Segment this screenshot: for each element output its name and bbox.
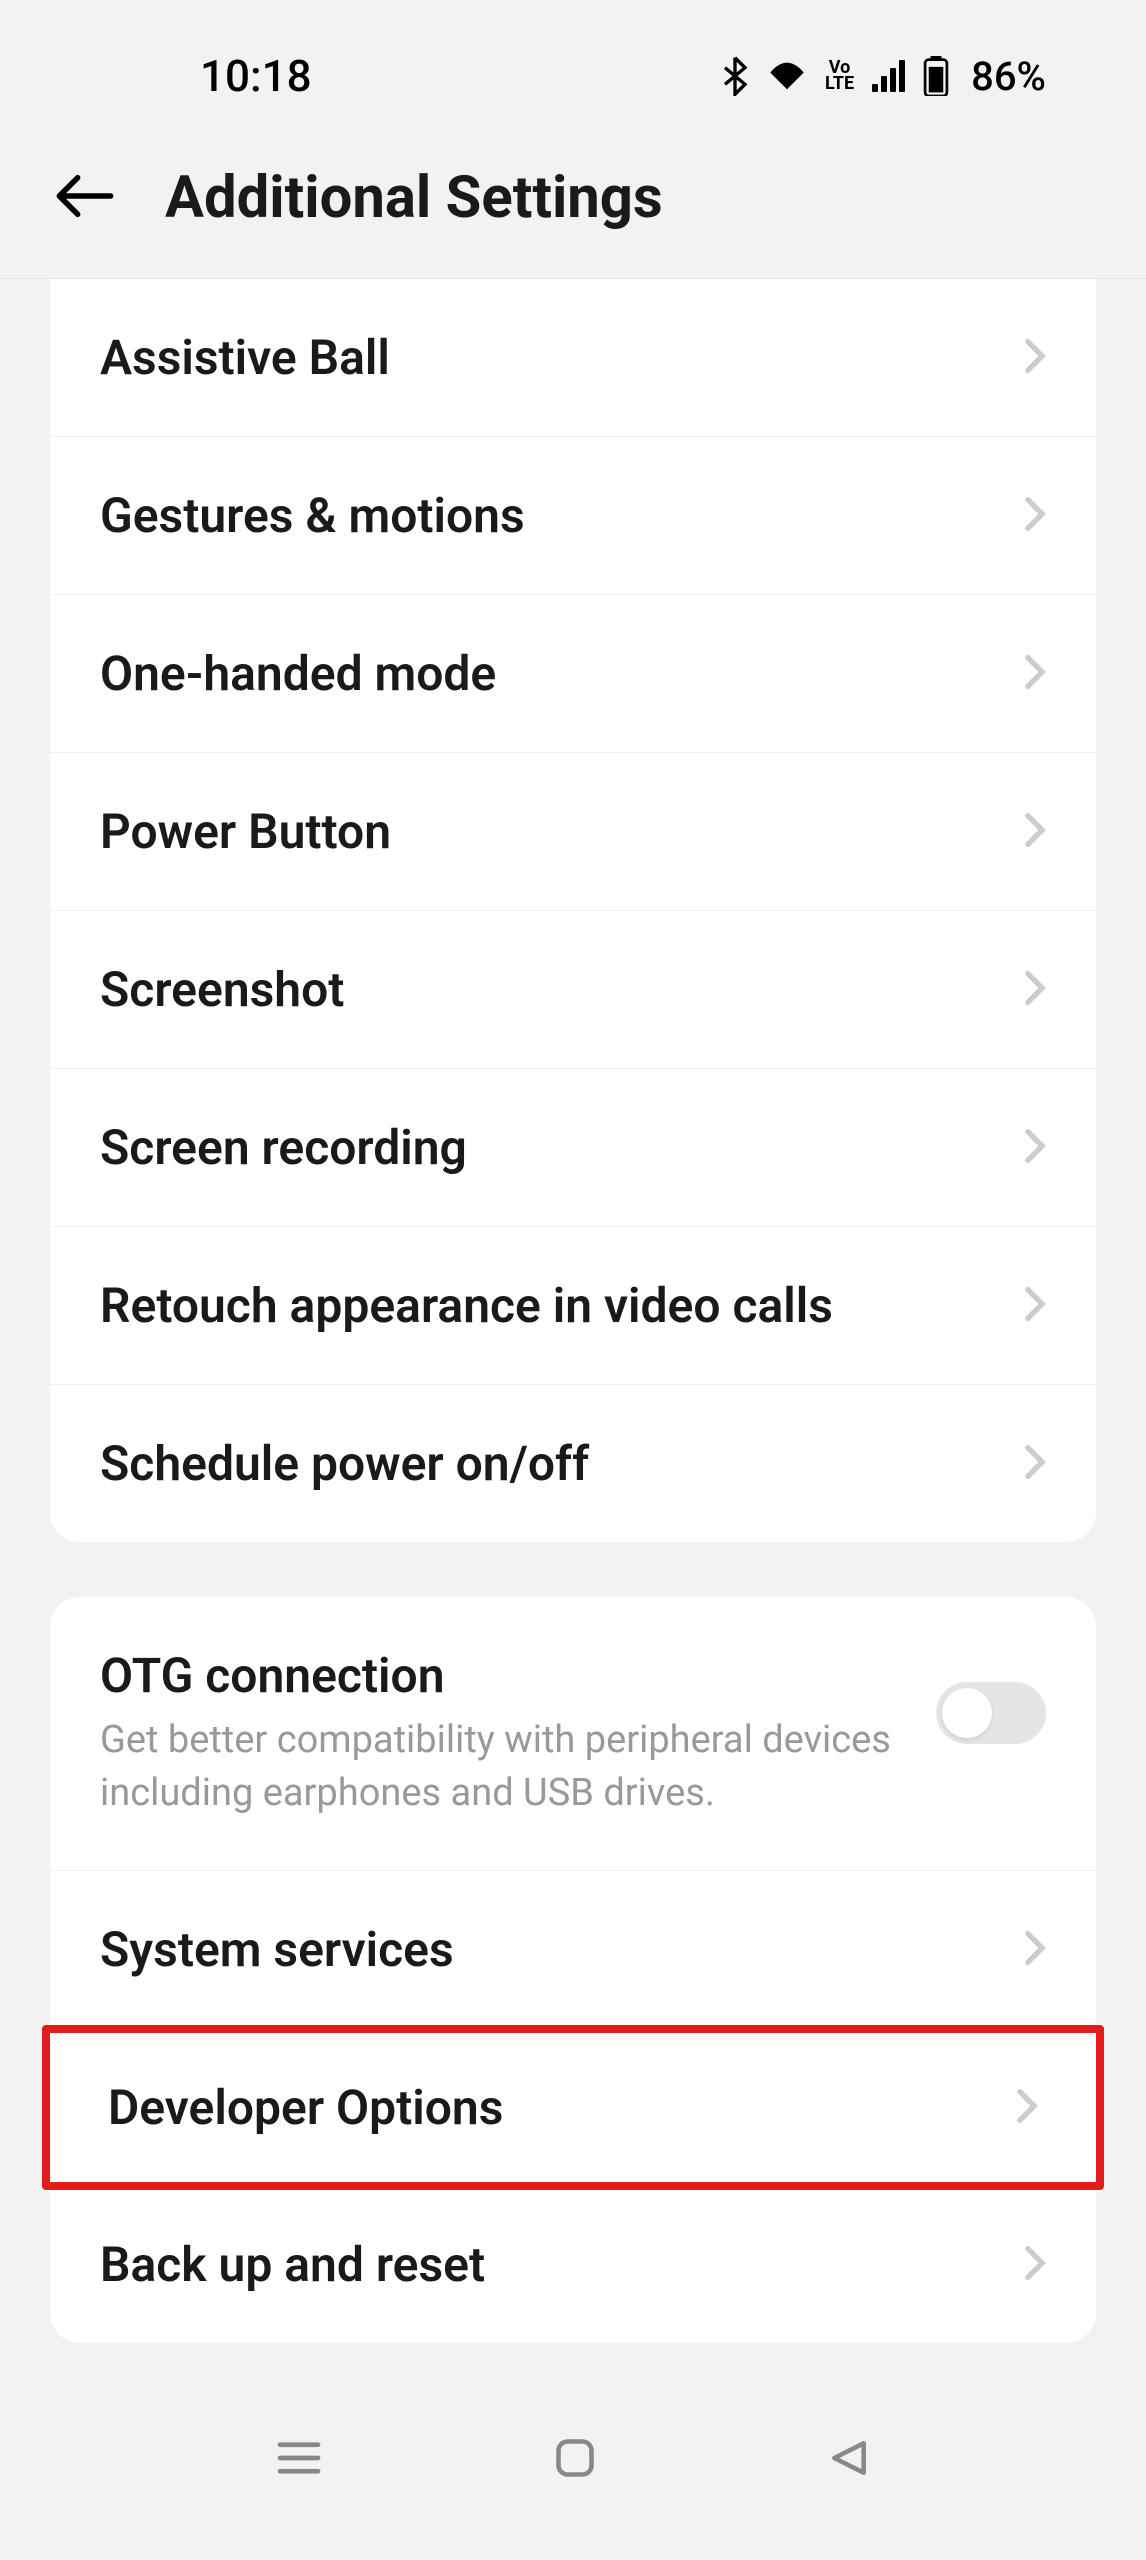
list-item-system-services[interactable]: System services: [50, 1871, 1096, 2029]
list-item-label: Retouch appearance in video calls: [100, 1277, 833, 1334]
list-item-label: Back up and reset: [100, 2236, 485, 2293]
chevron-right-icon: [1024, 803, 1046, 860]
chevron-right-icon: [1024, 2236, 1046, 2293]
otg-subtitle: Get better compatibility with peripheral…: [100, 1714, 896, 1820]
chevron-right-icon: [1024, 1435, 1046, 1492]
chevron-right-icon: [1024, 1119, 1046, 1176]
chevron-right-icon: [1024, 1921, 1046, 1978]
list-item-screenshot[interactable]: Screenshot: [50, 911, 1096, 1069]
back-arrow-icon[interactable]: [55, 162, 115, 233]
list-item-gestures-motions[interactable]: Gestures & motions: [50, 437, 1096, 595]
chevron-right-icon: [1024, 961, 1046, 1018]
list-item-label: Power Button: [100, 803, 391, 860]
volte-icon: Vo LTE: [825, 60, 854, 92]
navigation-bar: [0, 2436, 1146, 2480]
list-item-assistive-ball[interactable]: Assistive Ball: [50, 279, 1096, 437]
otg-title: OTG connection: [100, 1647, 896, 1704]
settings-group-2: OTG connection Get better compatibility …: [50, 1597, 1096, 2343]
home-icon[interactable]: [553, 2436, 597, 2480]
list-item-screen-recording[interactable]: Screen recording: [50, 1069, 1096, 1227]
list-item-one-handed-mode[interactable]: One-handed mode: [50, 595, 1096, 753]
status-bar: 10:18 Vo LTE 86%: [0, 0, 1146, 132]
status-time: 10:18: [200, 50, 312, 102]
recents-icon[interactable]: [275, 2439, 323, 2477]
otg-toggle[interactable]: [936, 1682, 1046, 1744]
list-item-power-button[interactable]: Power Button: [50, 753, 1096, 911]
list-item-label: Assistive Ball: [100, 329, 390, 386]
wifi-icon: [767, 60, 807, 92]
back-icon[interactable]: [827, 2436, 871, 2480]
list-item-label: System services: [100, 1921, 454, 1978]
list-item-retouch-video[interactable]: Retouch appearance in video calls: [50, 1227, 1096, 1385]
bluetooth-icon: [721, 56, 749, 96]
page-header: Additional Settings: [0, 132, 1146, 279]
toggle-knob: [942, 1688, 992, 1738]
list-item-label: Screen recording: [100, 1119, 467, 1176]
chevron-right-icon: [1024, 645, 1046, 702]
chevron-right-icon: [1024, 1277, 1046, 1334]
list-item-label: Developer Options: [108, 2079, 503, 2136]
battery-icon: [923, 56, 949, 96]
list-item-label: One-handed mode: [100, 645, 496, 702]
battery-percent: 86%: [971, 53, 1046, 100]
chevron-right-icon: [1024, 487, 1046, 544]
chevron-right-icon: [1016, 2079, 1038, 2136]
list-item-label: Schedule power on/off: [100, 1435, 589, 1492]
list-item-label: Gestures & motions: [100, 487, 525, 544]
settings-group-1: Assistive Ball Gestures & motions One-ha…: [50, 279, 1096, 1542]
list-item-otg-connection[interactable]: OTG connection Get better compatibility …: [50, 1597, 1096, 1871]
list-item-developer-options[interactable]: Developer Options: [42, 2025, 1104, 2190]
list-item-back-up-reset[interactable]: Back up and reset: [50, 2186, 1096, 2343]
list-item-schedule-power[interactable]: Schedule power on/off: [50, 1385, 1096, 1542]
chevron-right-icon: [1024, 329, 1046, 386]
status-icons: Vo LTE 86%: [721, 53, 1046, 100]
signal-icon: [872, 60, 905, 92]
list-item-label: Screenshot: [100, 961, 344, 1018]
page-title: Additional Settings: [165, 164, 663, 232]
